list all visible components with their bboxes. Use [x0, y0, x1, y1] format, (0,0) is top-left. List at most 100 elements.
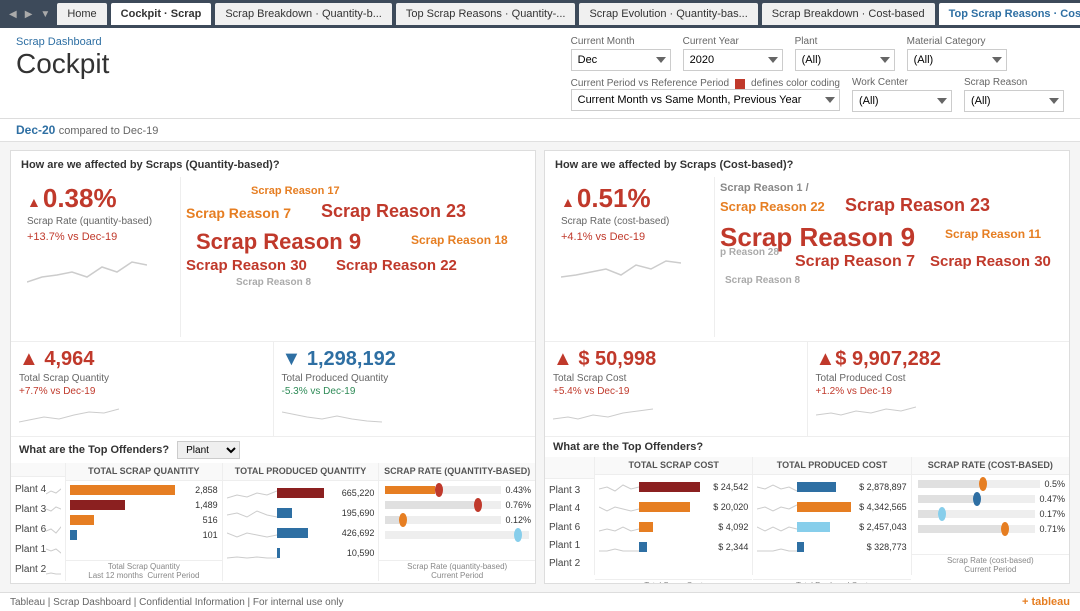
table-row — [66, 543, 222, 558]
nav-arrows: ◀ ▶ ▼ — [6, 7, 53, 22]
cost-scrap-rows: $ 24,542 $ 20,020 — [595, 475, 752, 579]
cost-word-cloud: Scrap Reason 1 / Scrap Reason 22 Scrap R… — [715, 177, 1059, 337]
cost-val-plant6: $ 4,092 — [718, 522, 748, 532]
qty-rate-value: 0.38% — [43, 183, 117, 214]
prod-cost-val-plant4: $ 4,342,565 — [859, 502, 907, 512]
cost-bar-plant2 — [639, 560, 748, 574]
qty-rate-rows: 0.43% 0.76% — [379, 481, 535, 560]
table-row: 426,692 — [223, 523, 379, 543]
cost-produced-footer: Total Produced CostLast 12 months Curren… — [753, 579, 910, 583]
plant-select[interactable]: (All) — [795, 49, 895, 71]
qty-val-plant3: 1,489 — [195, 500, 218, 510]
table-row: $ 328,773 — [753, 537, 910, 557]
color-coding-box — [735, 79, 745, 89]
cost-total-produced-value: ▲$ 9,907,282 — [816, 348, 1062, 371]
qty-total-scrap-change: +7.7% vs Dec-19 — [19, 386, 265, 397]
tab-top-scrap-cost[interactable]: Top Scrap Reasons · Cost-based — [939, 3, 1080, 25]
qty-panel: How are we affected by Scraps (Quantity-… — [10, 150, 536, 584]
qty-total-produced: ▼ 1,298,192 Total Produced Quantity -5.3… — [274, 342, 536, 436]
tab-cockpit-scrap[interactable]: Cockpit · Scrap — [111, 3, 212, 25]
qty-total-produced-value: ▼ 1,298,192 — [282, 348, 528, 371]
qty-row-label-plant2: Plant 2 — [15, 564, 46, 575]
breadcrumb: Scrap Dashboard — [16, 36, 109, 48]
current-month-select[interactable]: Dec — [571, 49, 671, 71]
cost-kpi-top: ▲ 0.51% Scrap Rate (cost-based) +4.1% vs… — [555, 177, 1059, 337]
scrap-reason-select[interactable]: (All) — [964, 90, 1064, 112]
table-row: 0.5% — [912, 477, 1069, 492]
wc-cost-sr1: Scrap Reason 1 / — [720, 182, 809, 194]
qty-produced-rows: 665,220 195,690 — [223, 481, 379, 583]
prod-val-plant6: 426,692 — [342, 528, 375, 538]
filter-current-month: Current Month Dec — [571, 36, 671, 71]
prod-bar-plant2 — [277, 566, 375, 580]
table-row: $ 4,092 — [595, 517, 752, 537]
prod-val-plant4: 665,220 — [342, 488, 375, 498]
qty-total-scrap: ▲ 4,964 Total Scrap Quantity +7.7% vs De… — [11, 342, 274, 436]
table-row: 0.47% — [912, 492, 1069, 507]
rate-val-plant6: 0.12% — [505, 515, 531, 525]
table-row — [223, 563, 379, 583]
table-row: 195,690 — [223, 503, 379, 523]
rate-val-plant4: 0.43% — [505, 485, 531, 495]
qty-total-produced-label: Total Produced Quantity — [282, 373, 528, 384]
table-row: 0.12% — [379, 513, 535, 528]
period-bar: Dec-20 compared to Dec-19 — [0, 119, 1080, 142]
wc-cost-sr23: Scrap Reason 23 — [845, 195, 990, 216]
cost-produced-rows: $ 2,878,897 $ 4,342,565 — [753, 475, 910, 579]
cost-total-scrap-change: +5.4% vs Dec-19 — [553, 386, 799, 397]
tab-top-scrap-qty[interactable]: Top Scrap Reasons · Quantity-... — [396, 3, 576, 25]
qty-offenders-title: What are the Top Offenders? — [19, 444, 169, 456]
cost-scrap-col: TOTAL SCRAP COST $ 24,542 — [595, 457, 753, 575]
wc-cost-sr8: Scrap Reason 8 — [725, 275, 800, 286]
qty-scrap-col-header: TOTAL SCRAP QUANTITY — [66, 463, 222, 481]
tab-scrap-breakdown-cost[interactable]: Scrap Breakdown · Cost-based — [762, 3, 935, 25]
table-row: 0.43% — [379, 483, 535, 498]
filter-current-year: Current Year 2020 — [683, 36, 783, 71]
table-row: 101 — [66, 528, 222, 543]
qty-offenders-section: What are the Top Offenders? Plant Plant … — [11, 436, 535, 583]
qty-row-label-plant6: Plant 6 — [15, 524, 46, 535]
cost-rate-value: 0.51% — [577, 183, 651, 214]
cost-offenders-grid: Plant 3 Plant 4 Plant 6 Plant 1 Plant 2 … — [545, 457, 1069, 575]
nav-prev[interactable]: ◀ — [6, 7, 20, 22]
cost-row-label-plant3: Plant 3 — [549, 485, 589, 496]
tab-scrap-evolution-qty[interactable]: Scrap Evolution · Quantity-bas... — [579, 3, 757, 25]
qty-val-plant1: 101 — [203, 530, 218, 540]
qty-prod-spark — [282, 397, 382, 427]
cost-rate-rows: 0.5% 0.47% — [912, 475, 1069, 554]
qty-section-title: How are we affected by Scraps (Quantity-… — [21, 159, 525, 171]
filter-material-category: Material Category (All) — [907, 36, 1007, 71]
header: Scrap Dashboard Cockpit Current Month De… — [0, 28, 1080, 119]
nav-down[interactable]: ▼ — [37, 7, 53, 22]
cost-rate-sparkline — [561, 247, 708, 287]
filter-work-center: Work Center (All) — [852, 77, 952, 112]
prod-cost-val-plant3: $ 2,878,897 — [859, 482, 907, 492]
cost-produced-col-header: TOTAL PRODUCED COST — [753, 457, 910, 475]
footer-text: Tableau | Scrap Dashboard | Confidential… — [10, 597, 344, 608]
work-center-select[interactable]: (All) — [852, 90, 952, 112]
nav-next[interactable]: ▶ — [22, 7, 36, 22]
wc-qty-sr8: Scrap Reason 8 — [236, 277, 311, 288]
tab-home[interactable]: Home — [57, 3, 106, 25]
qty-plant-filter[interactable]: Plant — [177, 441, 240, 459]
qty-kpi-top: ▲ 0.38% Scrap Rate (quantity-based) +13.… — [21, 177, 525, 337]
wc-qty-sr7: Scrap Reason 7 — [186, 205, 291, 221]
rate-cost-val-plant3: 0.5% — [1044, 479, 1065, 489]
prod-cost-bar-plant6 — [797, 520, 857, 534]
period-select[interactable]: Current Month vs Same Month, Previous Ye… — [571, 89, 840, 111]
current-year-select[interactable]: 2020 — [683, 49, 783, 71]
tab-scrap-breakdown-qty[interactable]: Scrap Breakdown · Quantity-b... — [215, 3, 392, 25]
table-row: 10,590 — [223, 543, 379, 563]
qty-sparklines-col: Plant 4 Plant 3 Plant 6 Plant 1 — [11, 463, 66, 581]
current-year-label: Current Year — [683, 36, 783, 47]
qty-rate-footer: Scrap Rate (quantity-based)Current Perio… — [379, 560, 535, 581]
qty-kpi-section: How are we affected by Scraps (Quantity-… — [11, 151, 535, 341]
cost-scrap-col-header: TOTAL SCRAP COST — [595, 457, 752, 475]
cost-rate-col-header: SCRAP RATE (COST-BASED) — [912, 457, 1069, 475]
prod-cost-bar-plant2 — [797, 560, 906, 574]
material-cat-select[interactable]: (All) — [907, 49, 1007, 71]
prod-bar-plant4 — [277, 486, 340, 500]
qty-row-label-plant3: Plant 3 — [15, 504, 46, 515]
cost-prod-spark — [816, 397, 916, 427]
filter-row-1: Current Month Dec Current Year 2020 Plan… — [571, 36, 1064, 71]
